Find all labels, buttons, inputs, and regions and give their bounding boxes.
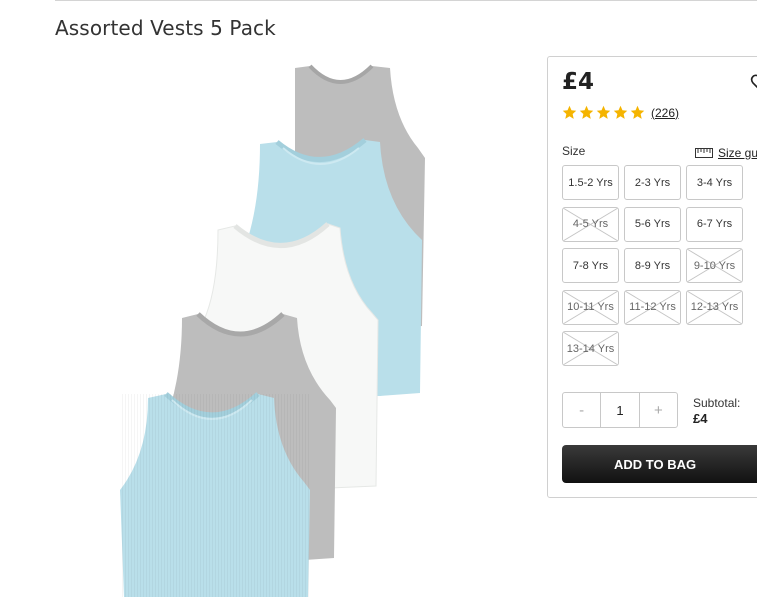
purchase-panel: £4 (226) Size Size gu 1.5-2 Yrs 2-3 Yrs 3-…	[547, 56, 757, 498]
price: £4	[562, 69, 595, 95]
size-option[interactable]: 6-7 Yrs	[686, 206, 743, 242]
increase-quantity-button[interactable]: +	[640, 393, 677, 427]
star-icon	[596, 105, 611, 119]
size-option[interactable]: 8-9 Yrs	[624, 248, 681, 283]
size-option[interactable]: 9-10 Yrs	[686, 248, 743, 283]
product-image	[120, 64, 425, 597]
size-label: Size	[562, 144, 586, 158]
decrease-quantity-button[interactable]: -	[563, 393, 600, 427]
size-option-label: 11-12 Yrs	[629, 301, 676, 313]
size-option-label: 5-6 Yrs	[634, 218, 671, 230]
star-icon	[630, 105, 645, 119]
size-option[interactable]: 5-6 Yrs	[624, 206, 681, 242]
top-divider	[55, 0, 757, 1]
size-option[interactable]: 7-8 Yrs	[562, 248, 619, 283]
size-option-label: 7-8 Yrs	[572, 259, 609, 272]
size-option-label: 2-3 Yrs	[634, 176, 671, 189]
size-option-label: 4-5 Yrs	[572, 218, 609, 230]
size-option[interactable]: 12-13 Yrs	[686, 289, 743, 325]
product-title: Assorted Vests 5 Pack	[55, 16, 276, 40]
size-option-label: 1.5-2 Yrs	[568, 176, 613, 189]
star-icon	[613, 105, 628, 119]
ruler-icon	[695, 148, 713, 158]
size-option[interactable]: 11-12 Yrs	[624, 289, 681, 325]
quantity-stepper: - 1 +	[562, 392, 678, 428]
vest-blue-front	[120, 392, 310, 597]
size-option-label: 10-11 Yrs	[567, 301, 614, 313]
size-option-label: 6-7 Yrs	[696, 218, 733, 230]
size-option[interactable]: 13-14 Yrs	[562, 331, 619, 366]
size-guide-link[interactable]: Size gu	[695, 146, 757, 160]
subtotal: Subtotal: £4	[693, 395, 740, 427]
size-option[interactable]: 10-11 Yrs	[562, 289, 619, 325]
star-icon	[562, 105, 577, 119]
size-guide-label: Size gu	[718, 146, 757, 160]
rating: (226)	[562, 105, 679, 120]
quantity-value[interactable]: 1	[600, 393, 640, 427]
size-option-label: 13-14 Yrs	[566, 342, 615, 355]
size-option[interactable]: 4-5 Yrs	[562, 206, 619, 242]
size-option-label: 8-9 Yrs	[634, 259, 671, 272]
add-to-bag-button[interactable]: ADD TO BAG	[562, 445, 757, 483]
heart-icon[interactable]	[750, 73, 757, 93]
star-icon	[579, 105, 594, 119]
review-count-link[interactable]: (226)	[651, 106, 679, 120]
size-option[interactable]: 1.5-2 Yrs	[562, 165, 619, 200]
size-option[interactable]: 3-4 Yrs	[686, 165, 743, 200]
size-option-label: 9-10 Yrs	[693, 259, 736, 272]
subtotal-label: Subtotal:	[693, 396, 741, 410]
subtotal-value: £4	[693, 411, 708, 426]
size-option-label: 3-4 Yrs	[696, 176, 733, 189]
size-option-label: 12-13 Yrs	[690, 301, 739, 313]
size-option[interactable]: 2-3 Yrs	[624, 165, 681, 200]
